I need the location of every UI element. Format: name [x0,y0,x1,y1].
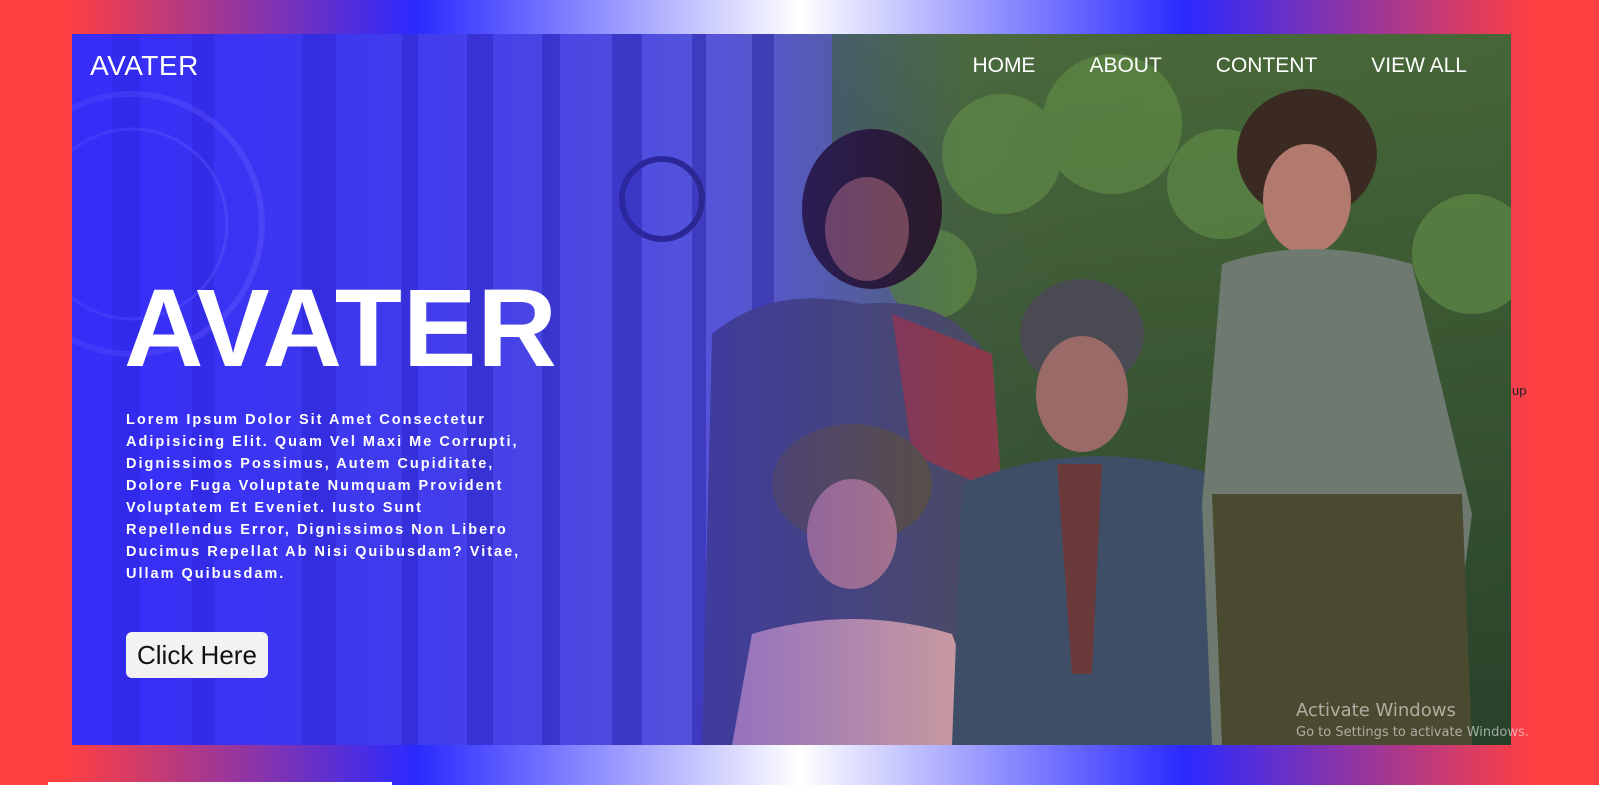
activate-windows-watermark: Activate Windows Go to Settings to activ… [1296,700,1529,740]
site-logo[interactable]: AVATER [90,50,199,82]
activate-windows-title: Activate Windows [1296,700,1456,721]
top-navigation: AVATER HOME ABOUT CONTENT VIEW ALL [90,50,1467,82]
stray-text: up [1512,383,1527,398]
nav-menu: HOME ABOUT CONTENT VIEW ALL [918,54,1467,78]
nav-link-about[interactable]: ABOUT [1089,54,1161,78]
activate-windows-subtitle: Go to Settings to activate Windows. [1296,725,1529,740]
nav-link-content[interactable]: CONTENT [1216,54,1318,78]
hero-description: Lorem Ipsum Dolor Sit Amet Consectetur A… [126,412,521,582]
nav-link-view-all[interactable]: VIEW ALL [1371,54,1467,78]
hero-section: AVATER HOME ABOUT CONTENT VIEW ALL AVATE… [72,34,1511,745]
hero-title: AVATER [124,267,558,390]
click-here-button[interactable]: Click Here [126,632,268,678]
nav-link-home[interactable]: HOME [972,54,1035,78]
